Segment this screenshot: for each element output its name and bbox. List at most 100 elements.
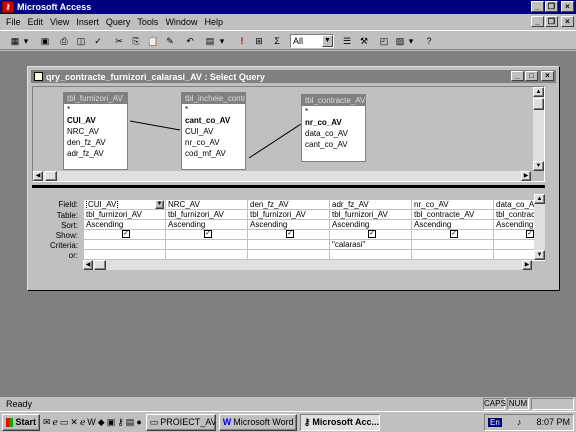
scroll-thumb[interactable] [45,171,57,181]
view-icon[interactable]: ▦ [8,34,22,48]
sort-cell[interactable]: Ascending [248,220,329,230]
show-cell[interactable]: ✓ [248,230,329,240]
field-list-title[interactable]: tbl_incheie_contr [182,93,245,104]
field-item[interactable]: nr_co_AV [302,117,365,128]
table-cell[interactable]: tbl_furnizori_AV [84,210,165,220]
field-item[interactable]: NRC_AV [64,126,127,137]
print-preview-icon[interactable]: ◫ [74,34,88,48]
show-checkbox[interactable]: ✓ [286,230,294,238]
minimize-button[interactable]: _ [531,1,544,12]
table-pane-hscrollbar[interactable]: ◀ ▶ [33,171,531,181]
sort-cell[interactable]: Ascending [84,220,165,230]
or-cell[interactable] [412,250,493,260]
doc-minimize-button[interactable]: _ [531,16,544,27]
scroll-down-icon[interactable]: ▼ [533,161,544,171]
table-cell[interactable]: tbl_contracte_AV [412,210,493,220]
criteria-cell[interactable] [248,240,329,250]
doc-close-button[interactable]: × [561,16,574,27]
folder-icon[interactable]: ▣ [107,417,116,428]
table-cell[interactable]: tbl_furnizori_AV [248,210,329,220]
criteria-cell[interactable] [84,240,165,250]
word-icon[interactable]: W [87,417,96,428]
grid-column[interactable]: CUI_AV ▼ tbl_furnizori_AV Ascending ✓ [83,200,165,261]
access-key-icon[interactable]: ⚷ [2,1,14,13]
menu-view[interactable]: View [50,17,69,27]
ie-icon[interactable]: ℯ [80,417,85,428]
new-object-dropdown-icon[interactable]: ▾ [407,34,415,48]
table-pane-vscrollbar[interactable]: ▲ ▼ [533,87,544,171]
desktop-icon[interactable]: ▭ [60,417,69,428]
task-word[interactable]: W Microsoft Word ... [218,413,297,431]
field-item[interactable]: CUI_AV [64,115,127,126]
field-item[interactable]: den_fz_AV [64,137,127,148]
show-cell[interactable]: ✓ [412,230,493,240]
field-item[interactable]: CUI_AV [182,126,245,137]
print-icon[interactable]: ⎙ [57,34,71,48]
field-value[interactable]: CUI_AV [86,200,119,209]
field-list-title[interactable]: tbl_furnizori_AV [64,93,127,104]
nu-icon[interactable]: ● [136,417,141,428]
paste-icon[interactable]: 📋 [146,34,160,48]
language-indicator[interactable]: En [488,417,502,427]
new-object-icon[interactable]: ▨ [393,34,407,48]
scroll-left-icon[interactable]: ◀ [33,171,43,181]
criteria-cell[interactable] [166,240,247,250]
task-proiect[interactable]: ▭ PROIECT_AV [145,413,216,431]
show-checkbox[interactable]: ✓ [450,230,458,238]
field-item[interactable]: data_co_AV [302,128,365,139]
combo-arrow-icon[interactable]: ▼ [322,35,333,47]
field-list-contracte[interactable]: tbl_contracte_AV * nr_co_AV data_co_AV c… [301,94,366,162]
query-type-icon[interactable]: ▤ [203,34,217,48]
close-button[interactable]: × [561,1,574,12]
field-cell[interactable]: CUI_AV ▼ [84,200,165,210]
sort-cell[interactable]: Ascending [330,220,411,230]
sort-cell[interactable]: Ascending [166,220,247,230]
or-cell[interactable] [248,250,329,260]
powerpoint-icon[interactable]: ◆ [98,417,105,428]
grid-column[interactable]: den_fz_AV tbl_furnizori_AV Ascending ✓ [247,200,329,261]
field-list-title[interactable]: tbl_contracte_AV [302,95,365,106]
access-icon[interactable]: ⚷ [117,417,124,428]
format-painter-icon[interactable]: ✎ [163,34,177,48]
show-checkbox[interactable]: ✓ [122,230,130,238]
show-table-icon[interactable]: ⊞ [252,34,266,48]
database-window-icon[interactable]: ◰ [377,34,391,48]
scroll-right-icon[interactable]: ▶ [522,260,532,270]
totals-icon[interactable]: Σ [270,34,284,48]
criteria-cell[interactable]: "calarasi" [330,240,411,250]
show-checkbox[interactable]: ✓ [526,230,534,238]
or-cell[interactable] [84,250,165,260]
field-item[interactable]: * [182,104,245,115]
grid-column[interactable]: NRC_AV tbl_furnizori_AV Ascending ✓ [165,200,247,261]
field-cell[interactable]: adr_fz_AV [330,200,411,210]
task-access[interactable]: ⚷ Microsoft Acc... [299,413,380,431]
field-dropdown-icon[interactable]: ▼ [155,200,164,209]
field-item[interactable]: cant_co_AV [302,139,365,150]
clock[interactable]: 8:07 PM [536,417,570,427]
field-item[interactable]: cant_co_AV [182,115,245,126]
field-item[interactable]: nr_co_AV [182,137,245,148]
grid-vscrollbar[interactable]: ▲ ▼ [534,194,545,260]
or-cell[interactable] [166,250,247,260]
winrar-icon[interactable]: ▤ [126,417,135,428]
query-icon[interactable] [34,72,43,81]
doc-restore-button[interactable]: ❐ [545,16,558,27]
run-icon[interactable]: ! [235,34,249,48]
menu-file[interactable]: File [6,17,21,27]
grid-column[interactable]: adr_fz_AV tbl_furnizori_AV Ascending ✓ "… [329,200,411,261]
field-list-incheie[interactable]: tbl_incheie_contr * cant_co_AV CUI_AV nr… [181,92,246,170]
grid-hscrollbar[interactable]: ◀ ▶ [83,260,532,270]
menu-window[interactable]: Window [165,17,197,27]
or-cell[interactable] [330,250,411,260]
menu-edit[interactable]: Edit [28,17,44,27]
scroll-right-icon[interactable]: ▶ [521,171,531,181]
field-cell[interactable]: NRC_AV [166,200,247,210]
menu-tools[interactable]: Tools [137,17,158,27]
scroll-thumb[interactable] [94,260,106,270]
spelling-icon[interactable]: ✓ [91,34,105,48]
table-cell[interactable]: tbl_furnizori_AV [166,210,247,220]
show-checkbox[interactable]: ✓ [368,230,376,238]
start-button[interactable]: Start [2,413,40,431]
field-cell[interactable]: den_fz_AV [248,200,329,210]
undo-icon[interactable]: ↶ [183,34,197,48]
